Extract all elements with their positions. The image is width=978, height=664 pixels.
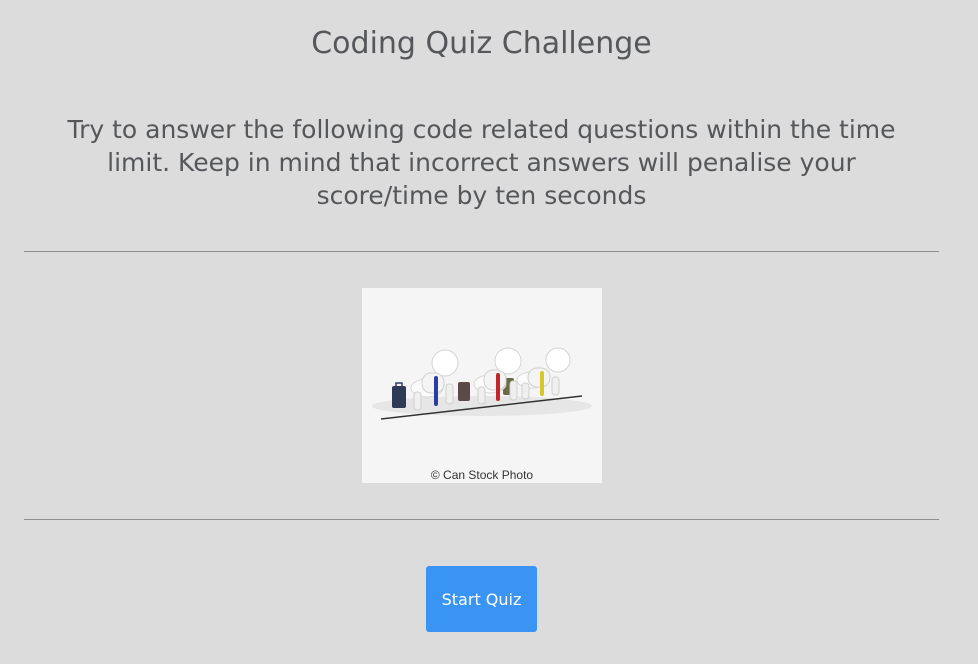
start-quiz-button[interactable]: Start Quiz bbox=[426, 566, 537, 632]
image-caption: © Can Stock Photo bbox=[430, 468, 534, 482]
divider-bottom bbox=[24, 519, 939, 520]
hero-image: © Can Stock Photo bbox=[362, 288, 602, 483]
racers-illustration bbox=[372, 347, 592, 420]
divider-top bbox=[24, 251, 939, 252]
page-title: Coding Quiz Challenge bbox=[311, 26, 652, 61]
quiz-start-page: Coding Quiz Challenge Try to answer the … bbox=[0, 0, 978, 664]
intro-text: Try to answer the following code related… bbox=[67, 115, 896, 210]
